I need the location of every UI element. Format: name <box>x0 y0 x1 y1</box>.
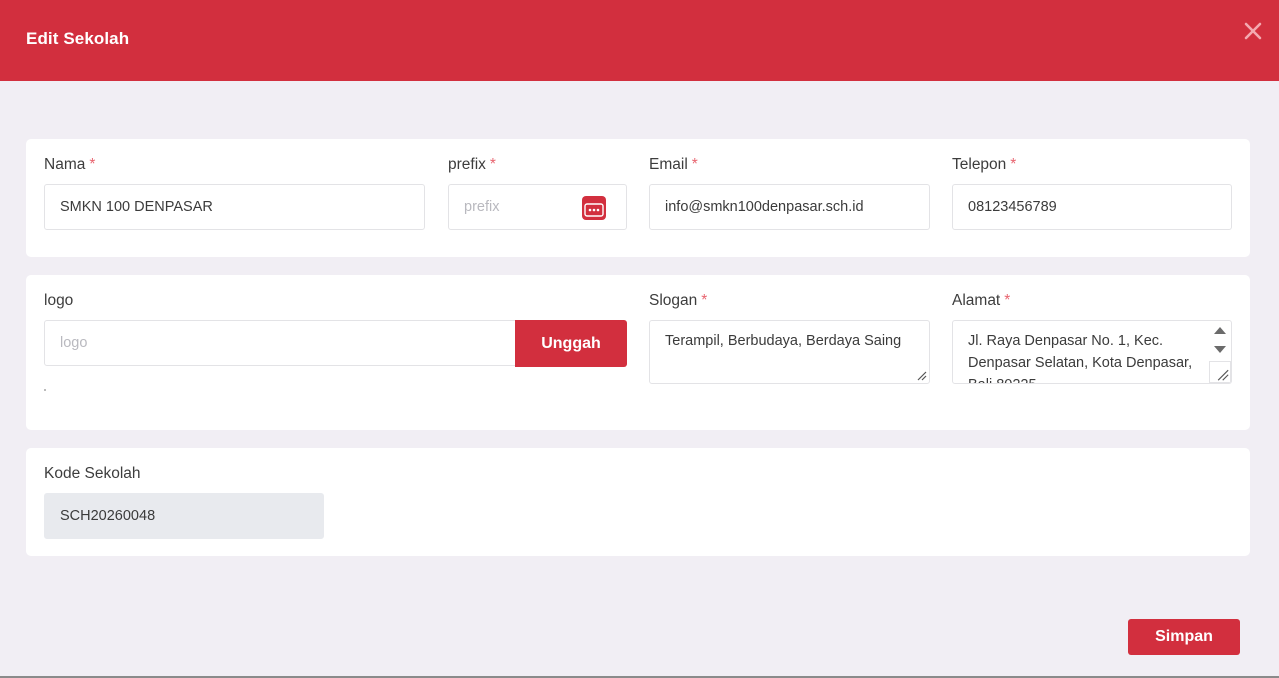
divider-dot <box>44 389 46 391</box>
scroll-arrows-icon[interactable] <box>1209 321 1231 361</box>
nama-label: Nama * <box>44 156 96 173</box>
kode-sekolah-label: Kode Sekolah <box>44 465 141 482</box>
prefix-label: prefix * <box>448 156 496 173</box>
alamat-value: Jl. Raya Denpasar No. 1, Kec. Denpasar S… <box>968 333 1193 383</box>
modal-header: Edit Sekolah <box>0 0 1279 81</box>
resize-grip-icon[interactable] <box>915 369 927 381</box>
kode-sekolah-input: SCH20260048 <box>44 493 324 539</box>
slogan-label: Slogan * <box>649 292 708 309</box>
telepon-input[interactable]: 08123456789 <box>952 184 1232 230</box>
prefix-input[interactable]: prefix <box>448 184 627 230</box>
prefix-placeholder: prefix <box>464 199 500 215</box>
logo-label: logo <box>44 292 74 309</box>
alamat-label: Alamat * <box>952 292 1011 309</box>
code-card: Kode Sekolah SCH20260048 <box>26 448 1250 556</box>
resize-grip-icon[interactable] <box>1209 361 1231 383</box>
modal-title: Edit Sekolah <box>26 29 130 48</box>
close-icon[interactable] <box>1242 20 1264 42</box>
slogan-value: Terampil, Berbudaya, Berdaya Saing <box>665 333 902 349</box>
identity-card: Nama * SMKN 100 DENPASAR prefix * prefix E… <box>26 139 1250 257</box>
nama-input[interactable]: SMKN 100 DENPASAR <box>44 184 425 230</box>
alamat-textarea[interactable]: Jl. Raya Denpasar No. 1, Kec. Denpasar S… <box>952 320 1232 384</box>
password-dots-icon[interactable] <box>582 196 606 220</box>
logo-input[interactable]: logo <box>44 320 516 366</box>
branding-card: logo logo Unggah Slogan * Terampil, Berbu… <box>26 275 1250 430</box>
email-input[interactable]: info@smkn100denpasar.sch.id <box>649 184 930 230</box>
save-button[interactable]: Simpan <box>1128 619 1240 655</box>
slogan-textarea[interactable]: Terampil, Berbudaya, Berdaya Saing <box>649 320 930 384</box>
email-label: Email * <box>649 156 698 173</box>
telepon-label: Telepon * <box>952 156 1017 173</box>
upload-button[interactable]: Unggah <box>515 320 627 367</box>
